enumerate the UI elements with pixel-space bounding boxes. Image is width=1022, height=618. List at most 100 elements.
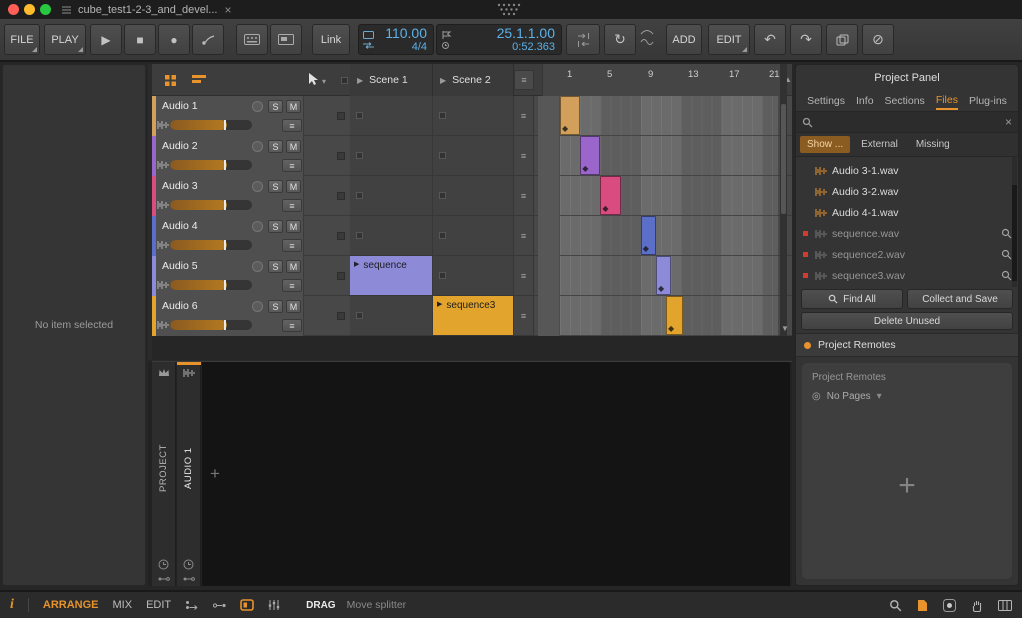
clip-slot[interactable] <box>433 216 514 256</box>
arranger-clip[interactable]: ◆ <box>656 256 671 295</box>
cursor-tool-icon[interactable] <box>308 72 319 86</box>
track-name[interactable]: Audio 2 <box>162 140 198 152</box>
automation-write-button[interactable] <box>192 24 224 55</box>
tool-caret-icon[interactable]: ▾ <box>322 77 326 86</box>
volume-fader[interactable] <box>170 120 252 130</box>
info-icon[interactable]: i <box>10 597 14 613</box>
mute-button[interactable]: M <box>286 300 301 313</box>
solo-button[interactable]: S <box>268 260 283 273</box>
clip-slot[interactable] <box>433 136 514 176</box>
keyboard-icon[interactable] <box>998 600 1012 611</box>
track-header[interactable]: Audio 1 S M ≡ <box>152 96 304 136</box>
window-zoom-button[interactable] <box>40 4 51 15</box>
position-panel[interactable]: 25.1.1.00 0:52.363 <box>436 24 562 55</box>
add-lane-button[interactable]: + <box>210 464 220 484</box>
clip-play-icon[interactable]: ▶ <box>354 260 359 268</box>
vertical-scrollbar[interactable]: ▼ <box>780 64 787 336</box>
clip-slot[interactable] <box>350 136 433 176</box>
fade-marker-icon[interactable]: ◆ <box>582 165 588 173</box>
clip-slot[interactable] <box>350 176 433 216</box>
project-tab[interactable]: cube_test1-2-3_and_devel... × <box>54 0 239 19</box>
clip-stop-button[interactable] <box>332 296 350 336</box>
arranger-clip[interactable]: ◆ <box>600 176 620 215</box>
delete-unused-button[interactable]: Delete Unused <box>801 312 1013 330</box>
search-bar[interactable]: × <box>796 111 1018 133</box>
record-arm-button[interactable] <box>252 101 263 112</box>
scene-play-icon[interactable]: ▶ <box>357 76 363 85</box>
locate-file-button[interactable] <box>1001 270 1012 281</box>
volume-fader[interactable] <box>170 200 252 210</box>
file-row[interactable]: sequence2.wav <box>796 244 1018 265</box>
undo-button[interactable]: ↶ <box>754 24 786 55</box>
mode-arrange[interactable]: ARRANGE <box>43 599 99 611</box>
track-menu-button[interactable]: ≡ <box>282 199 302 212</box>
track-name[interactable]: Audio 4 <box>162 220 198 232</box>
window-close-button[interactable] <box>8 4 19 15</box>
connections-icon[interactable] <box>213 602 226 609</box>
redo-button[interactable]: ↷ <box>790 24 822 55</box>
tab-files[interactable]: Files <box>936 92 958 110</box>
fade-marker-icon[interactable]: ◆ <box>602 205 608 213</box>
arranger-clip[interactable]: ◆ <box>666 296 683 335</box>
project-remotes-header[interactable]: Project Remotes <box>796 333 1018 357</box>
launcher-clip[interactable]: ▶ sequence3 <box>433 296 513 335</box>
scene-play-icon[interactable]: ▶ <box>440 76 446 85</box>
clip-stop-button[interactable] <box>332 96 350 136</box>
window-minimize-button[interactable] <box>24 4 35 15</box>
add-button[interactable]: ADD <box>666 24 702 55</box>
row-menu-button[interactable]: ≡ <box>514 136 534 176</box>
add-remote-button[interactable]: + <box>812 402 1002 570</box>
scene-header[interactable]: ▶ Scene 2 <box>433 64 514 96</box>
detail-tab-project[interactable]: PROJECT <box>152 362 176 586</box>
solo-button[interactable]: S <box>268 300 283 313</box>
scrollbar-thumb[interactable] <box>1012 185 1017 281</box>
file-row[interactable]: Audio 3-1.wav <box>796 160 1018 181</box>
track-menu-button[interactable]: ≡ <box>282 239 302 252</box>
track-header[interactable]: Audio 3 S M ≡ <box>152 176 304 216</box>
play-menu-button[interactable]: PLAY <box>44 24 86 55</box>
track-header[interactable]: Audio 4 S M ≡ <box>152 216 304 256</box>
clip-slot[interactable] <box>350 96 433 136</box>
hand-tool-icon[interactable] <box>971 599 983 612</box>
timeline-lanes[interactable]: ◆◆◆◆◆◆ <box>538 96 778 336</box>
record-arm-button[interactable] <box>252 181 263 192</box>
song-time[interactable]: 0:52.363 <box>512 41 555 53</box>
clip-slot[interactable] <box>433 256 514 296</box>
scroll-down-icon[interactable]: ▼ <box>781 324 789 333</box>
search-icon[interactable] <box>889 599 902 612</box>
solo-button[interactable]: S <box>268 220 283 233</box>
mute-button[interactable]: M <box>286 140 301 153</box>
filter-show[interactable]: Show ... <box>800 136 850 153</box>
locate-file-button[interactable] <box>1001 249 1012 260</box>
track-menu-button[interactable]: ≡ <box>282 319 302 332</box>
record-pad-icon[interactable] <box>943 599 956 612</box>
tab-settings[interactable]: Settings <box>807 93 845 109</box>
timeline-ruler[interactable]: 1 5 9 13 17 21 <box>542 64 782 96</box>
cancel-button[interactable]: ⊘ <box>862 24 894 55</box>
mute-button[interactable]: M <box>286 100 301 113</box>
display-profile-button[interactable] <box>270 24 302 55</box>
solo-button[interactable]: S <box>268 140 283 153</box>
detail-editor-canvas[interactable]: + <box>202 362 790 586</box>
tempo-panel[interactable]: 110.00 4/4 <box>358 24 434 55</box>
arranger-clip[interactable]: ◆ <box>641 216 656 255</box>
launcher-clip[interactable]: ▶ sequence <box>350 256 432 295</box>
fade-marker-icon[interactable]: ◆ <box>643 245 649 253</box>
tab-info[interactable]: Info <box>856 93 874 109</box>
track-menu-button[interactable]: ≡ <box>282 119 302 132</box>
fade-marker-icon[interactable]: ◆ <box>562 125 568 133</box>
row-menu-button[interactable]: ≡ <box>514 256 534 296</box>
file-row[interactable]: sequence3.wav <box>796 265 1018 286</box>
volume-fader[interactable] <box>170 160 252 170</box>
fill-toggles[interactable] <box>640 27 654 46</box>
find-all-button[interactable]: Find All <box>801 289 903 309</box>
export-button[interactable] <box>826 24 858 55</box>
file-browser-icon[interactable] <box>917 599 928 612</box>
clip-slot[interactable] <box>433 96 514 136</box>
list-scrollbar[interactable] <box>1012 157 1017 287</box>
stop-button[interactable]: ■ <box>124 24 156 55</box>
track-header[interactable]: Audio 5 S M ≡ <box>152 256 304 296</box>
track-menu-button[interactable]: ≡ <box>282 279 302 292</box>
fade-marker-icon[interactable]: ◆ <box>658 285 664 293</box>
tab-plugins[interactable]: Plug-ins <box>969 93 1007 109</box>
